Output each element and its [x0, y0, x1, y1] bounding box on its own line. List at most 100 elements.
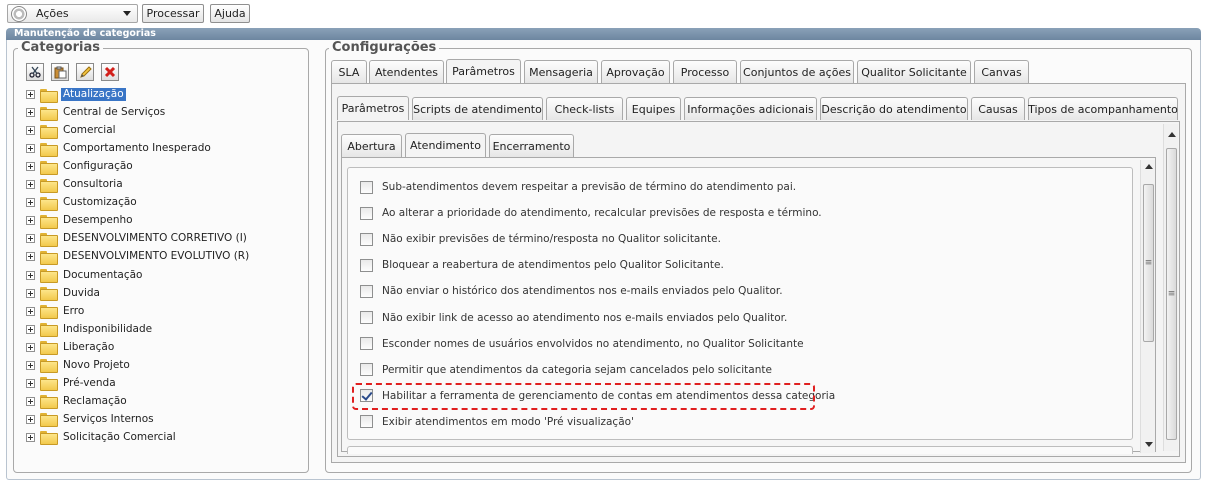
- expand-icon[interactable]: [26, 126, 35, 136]
- tab-equipes[interactable]: Equipes: [626, 97, 681, 120]
- expand-icon[interactable]: [26, 432, 35, 442]
- option-row[interactable]: Não exibir previsões de término/resposta…: [360, 231, 721, 247]
- tree-item[interactable]: Consultoria: [26, 176, 125, 193]
- expand-icon[interactable]: [26, 162, 35, 172]
- tree-item[interactable]: DESENVOLVIMENTO EVOLUTIVO (R): [26, 248, 251, 265]
- option-row[interactable]: Esconder nomes de usuários envolvidos no…: [360, 336, 804, 352]
- expand-icon[interactable]: [26, 288, 35, 298]
- tree-item[interactable]: Atualização: [26, 86, 126, 103]
- option-checkbox[interactable]: [360, 311, 373, 324]
- cut-button[interactable]: [26, 63, 44, 81]
- tree-item[interactable]: Comportamento Inesperado: [26, 140, 213, 157]
- option-label: Bloquear a reabertura de atendimentos pe…: [382, 259, 724, 272]
- expand-icon[interactable]: [26, 180, 35, 190]
- tree-item[interactable]: Customização: [26, 194, 139, 211]
- config-legend: Configurações: [329, 41, 440, 55]
- tree-item[interactable]: Documentação: [26, 267, 144, 284]
- tree-item[interactable]: Novo Projeto: [26, 357, 132, 374]
- option-row[interactable]: Sub-atendimentos devem respeitar a previ…: [360, 179, 796, 195]
- tree-item[interactable]: Reclamação: [26, 393, 129, 410]
- expand-icon[interactable]: [26, 216, 35, 226]
- tree-item[interactable]: Serviços Internos: [26, 411, 156, 428]
- expand-icon[interactable]: [26, 396, 35, 406]
- tree-item-label: Atualização: [61, 88, 126, 101]
- tab-canvas[interactable]: Canvas: [974, 60, 1029, 83]
- expand-icon[interactable]: [26, 234, 35, 244]
- tree-item-label: Comportamento Inesperado: [63, 142, 211, 155]
- expand-icon[interactable]: [26, 378, 35, 388]
- outer-scroll-thumb[interactable]: ≡: [1166, 148, 1177, 440]
- expand-icon[interactable]: [26, 306, 35, 316]
- expand-icon[interactable]: [26, 360, 35, 370]
- tab-causas[interactable]: Causas: [971, 97, 1025, 120]
- tree-item[interactable]: Indisponibilidade: [26, 321, 154, 338]
- tree-item-label: Duvida: [63, 286, 100, 299]
- expand-icon[interactable]: [26, 198, 35, 208]
- option-row[interactable]: Exibir atendimentos em modo 'Pré visuali…: [360, 414, 634, 430]
- outer-scrollbar[interactable]: ≡: [1163, 124, 1178, 451]
- tree-item[interactable]: DESENVOLVIMENTO CORRETIVO (I): [26, 230, 249, 247]
- expand-icon[interactable]: [26, 342, 35, 352]
- inner-scrollbar[interactable]: ≡: [1140, 160, 1155, 453]
- delete-button[interactable]: [101, 63, 119, 81]
- expand-icon[interactable]: [26, 108, 35, 118]
- actions-select[interactable]: Ações: [7, 4, 138, 23]
- option-checkbox[interactable]: [360, 415, 373, 429]
- tab-atendimento[interactable]: Atendimento: [405, 133, 486, 157]
- option-checkbox[interactable]: [360, 180, 373, 194]
- option-row[interactable]: Permitir que atendimentos da categoria s…: [360, 362, 772, 378]
- option-checkbox[interactable]: [360, 258, 373, 272]
- tab-descricao-do-atendimento[interactable]: Descrição do atendimento: [820, 97, 968, 120]
- tab-sla[interactable]: SLA: [331, 60, 367, 83]
- help-button[interactable]: Ajuda: [210, 4, 250, 23]
- tree-item[interactable]: Comercial: [26, 122, 118, 139]
- tab-informacoes-adicionais[interactable]: Informações adicionais: [684, 97, 817, 120]
- expand-icon[interactable]: [26, 90, 35, 99]
- option-checkbox[interactable]: [360, 206, 373, 220]
- tree-item[interactable]: Pré-venda: [26, 375, 118, 392]
- option-checkbox[interactable]: [360, 284, 373, 298]
- tab-conjuntos-de-acoes[interactable]: Conjuntos de ações: [740, 60, 854, 83]
- tree-item-label: Liberação: [63, 340, 115, 353]
- tab-check-lists[interactable]: Check-lists: [546, 97, 623, 120]
- tree-item[interactable]: Configuração: [26, 158, 135, 175]
- tab-scripts-de-atendimento[interactable]: Scripts de atendimento: [412, 97, 543, 120]
- expand-icon[interactable]: [26, 414, 35, 424]
- folder-icon: [40, 305, 58, 320]
- tree-item[interactable]: Central de Serviços: [26, 104, 167, 121]
- option-checkbox[interactable]: [360, 363, 373, 377]
- scroll-down-icon[interactable]: [1145, 442, 1153, 447]
- tree-item[interactable]: Erro: [26, 303, 86, 320]
- tab-parametros[interactable]: Parâmetros: [337, 96, 409, 120]
- option-row[interactable]: Bloquear a reabertura de atendimentos pe…: [360, 257, 724, 273]
- expand-icon[interactable]: [26, 270, 35, 280]
- option-checkbox[interactable]: [360, 232, 373, 246]
- option-label: Sub-atendimentos devem respeitar a previ…: [382, 181, 797, 193]
- tree-item[interactable]: Solicitação Comercial: [26, 429, 178, 446]
- tab-parametros[interactable]: Parâmetros: [446, 59, 521, 83]
- option-row[interactable]: Não enviar o histórico dos atendimentos …: [360, 283, 783, 299]
- tab-atendentes[interactable]: Atendentes: [369, 60, 444, 83]
- tree-item[interactable]: Liberação: [26, 339, 116, 356]
- tab-encerramento[interactable]: Encerramento: [489, 134, 574, 157]
- tab-abertura[interactable]: Abertura: [341, 134, 402, 157]
- process-button[interactable]: Processar: [142, 4, 204, 23]
- tab-processo[interactable]: Processo: [673, 60, 737, 83]
- tree-item[interactable]: Duvida: [26, 285, 102, 302]
- expand-icon[interactable]: [26, 252, 35, 262]
- edit-button[interactable]: [76, 63, 94, 81]
- tab-tipos-de-acompanhamento[interactable]: Tipos de acompanhamento: [1028, 97, 1178, 120]
- paste-button[interactable]: [51, 63, 69, 81]
- inner-scroll-thumb[interactable]: ≡: [1143, 184, 1154, 342]
- tab-qualitor-solicitante[interactable]: Qualitor Solicitante: [857, 60, 971, 83]
- scroll-up-icon[interactable]: [1145, 164, 1153, 169]
- option-checkbox[interactable]: [360, 337, 373, 351]
- tree-item[interactable]: Desempenho: [26, 212, 135, 229]
- option-row[interactable]: Não exibir link de acesso ao atendimento…: [360, 310, 787, 326]
- tab-aprovacao[interactable]: Aprovação: [601, 60, 670, 83]
- expand-icon[interactable]: [26, 324, 35, 334]
- option-row[interactable]: Ao alterar a prioridade do atendimento, …: [360, 205, 822, 221]
- scroll-up-icon[interactable]: [1168, 132, 1176, 137]
- tab-mensageria[interactable]: Mensageria: [524, 60, 598, 83]
- expand-icon[interactable]: [26, 144, 35, 154]
